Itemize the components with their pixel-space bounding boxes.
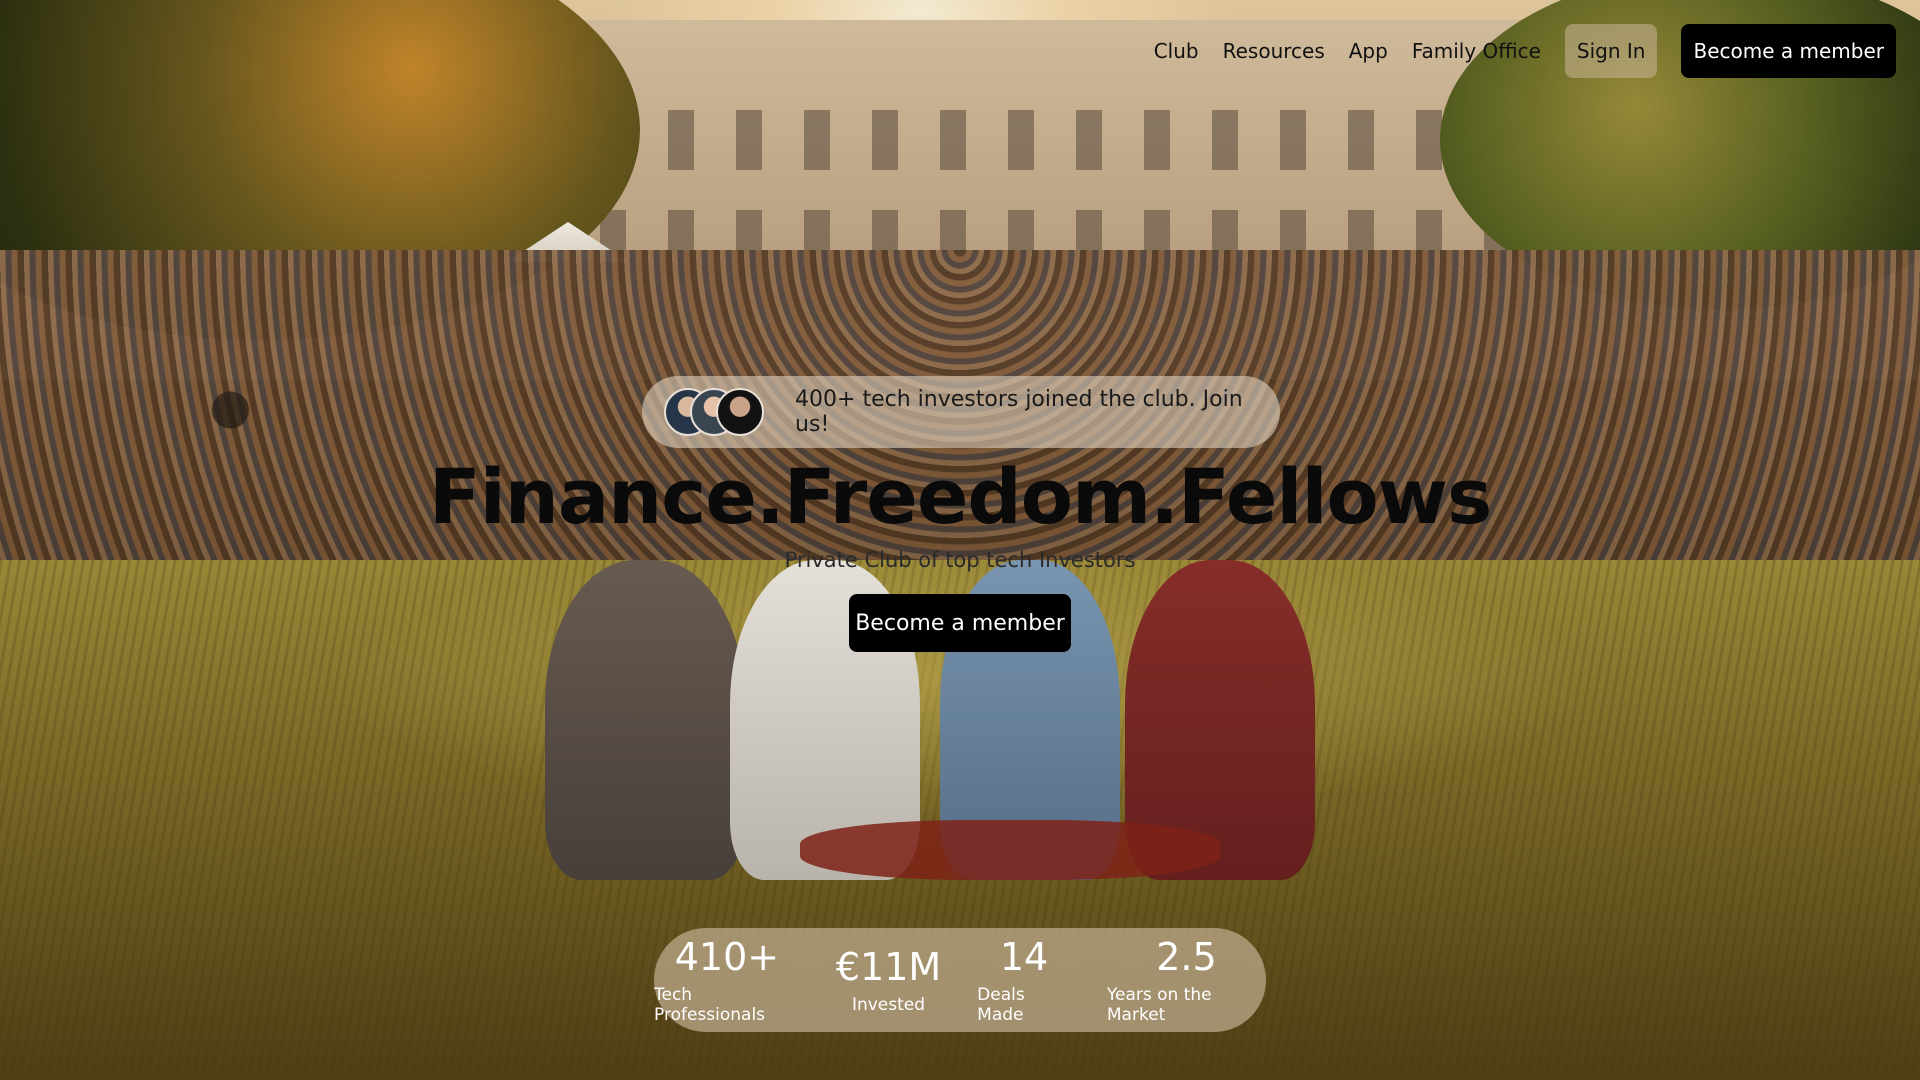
avatar-group	[664, 386, 783, 438]
social-proof-text: 400+ tech investors joined the club. Joi…	[795, 387, 1243, 437]
stat-value: 14	[999, 935, 1049, 979]
hero-title: Finance.Freedom.Fellows	[428, 452, 1492, 541]
stat-label: Invested	[851, 995, 926, 1015]
stat-tech-professionals: 410+ Tech Professionals	[654, 935, 800, 1025]
stat-years-on-market: 2.5 Years on the Market	[1107, 935, 1266, 1025]
hero-subtitle: Private Club of top tech Investors	[784, 548, 1136, 572]
stat-label: Years on the Market	[1106, 985, 1212, 1025]
stat-label: Deals Made	[977, 985, 1025, 1025]
stat-label: Tech Professionals	[654, 985, 766, 1025]
stat-invested: €11M Invested	[836, 945, 941, 1015]
stat-value: 2.5	[1156, 935, 1217, 979]
avatar	[716, 388, 764, 436]
social-proof-pill: 400+ tech investors joined the club. Joi…	[642, 376, 1280, 448]
stats-bar: 410+ Tech Professionals €11M Invested 14…	[654, 928, 1266, 1032]
top-navigation: Club Resources App Family Office Sign In…	[1142, 24, 1896, 78]
stat-value: €11M	[835, 945, 942, 989]
hero-become-member-button[interactable]: Become a member	[849, 594, 1071, 652]
nav-link-club[interactable]: Club	[1142, 39, 1211, 63]
nav-link-family-office[interactable]: Family Office	[1400, 39, 1553, 63]
sign-in-button[interactable]: Sign In	[1564, 24, 1658, 78]
nav-link-resources[interactable]: Resources	[1211, 39, 1337, 63]
nav-become-member-button[interactable]: Become a member	[1681, 24, 1896, 78]
stat-value: 410+	[674, 935, 780, 979]
stat-deals-made: 14 Deals Made	[977, 935, 1071, 1025]
nav-link-app[interactable]: App	[1337, 39, 1400, 63]
